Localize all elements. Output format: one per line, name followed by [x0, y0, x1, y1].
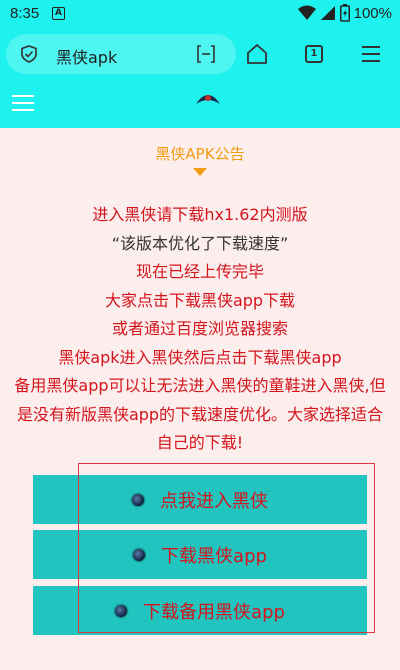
tabs-button[interactable]: 1	[302, 42, 326, 66]
battery-percent: 100%	[353, 4, 392, 22]
notice-arrow-icon	[193, 168, 207, 176]
announcement-line: 或者通过百度浏览器搜索	[111, 319, 288, 338]
wifi-icon	[297, 5, 316, 20]
download-backup-label: 下载备用黑侠app	[143, 601, 285, 623]
notification-app-icon: A	[52, 7, 65, 20]
site-menu-icon[interactable]	[12, 95, 34, 113]
browser-toolbar: 黑侠apk 1	[0, 28, 400, 80]
announcement-text: 进入黑侠请下载hx1.62内测版 “该版本优化了下载速度” 现在已经上传完毕 大…	[14, 201, 386, 458]
announcement-line: 大家点击下载黑侠app下载	[104, 290, 296, 310]
scan-icon[interactable]	[196, 45, 216, 63]
announcement-line: 黑侠apk进入黑侠然后点击下载黑侠app	[58, 347, 342, 367]
menu-icon[interactable]	[359, 42, 383, 66]
status-time: 8:35	[10, 5, 40, 22]
logo-icon	[196, 95, 220, 104]
battery-icon	[339, 4, 350, 22]
enter-site-button[interactable]: 点我进入黑侠	[33, 475, 367, 524]
download-app-button[interactable]: 下载黑侠app	[33, 530, 367, 579]
address-bar[interactable]: 黑侠apk	[6, 34, 236, 74]
signal-icon	[320, 6, 335, 20]
bullet-icon	[132, 493, 144, 506]
address-text: 黑侠apk	[56, 48, 118, 67]
bullet-icon	[133, 548, 146, 561]
site-header	[0, 80, 400, 128]
home-icon[interactable]	[245, 42, 269, 66]
download-app-label: 下载黑侠app	[161, 545, 267, 567]
bullet-icon	[115, 604, 128, 617]
announcement-line: 备用黑侠app可以让无法进入黑侠的童鞋进入黑侠,但是没有新版黑侠app的下载速度…	[14, 376, 386, 452]
notice-title: 黑侠APK公告	[155, 145, 245, 163]
announcement-line: 现在已经上传完毕	[135, 262, 264, 281]
shield-check-icon	[21, 45, 37, 63]
tab-count: 1	[305, 45, 323, 63]
announcement-line: 进入黑侠请下载hx1.62内测版	[92, 205, 308, 224]
status-bar: 8:35 A 100%	[0, 0, 400, 28]
status-icons: 100%	[297, 4, 392, 22]
download-backup-app-button[interactable]: 下载备用黑侠app	[33, 586, 367, 635]
announcement-line: “该版本优化了下载速度”	[111, 233, 289, 253]
enter-site-label: 点我进入黑侠	[160, 490, 268, 512]
site-logo[interactable]	[188, 88, 228, 120]
